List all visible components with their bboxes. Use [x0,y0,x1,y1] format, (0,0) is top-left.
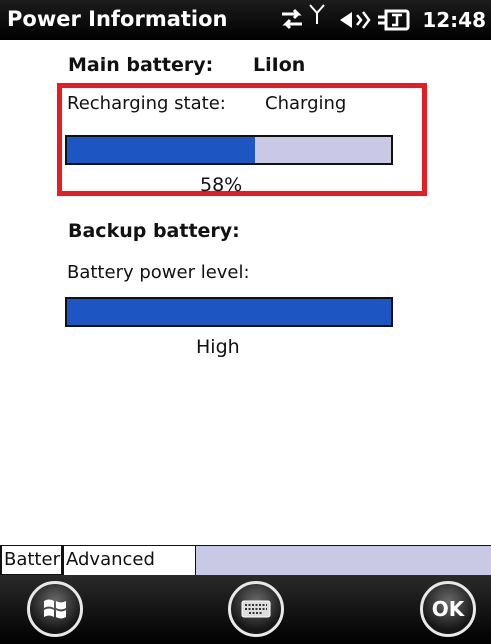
battery-charging-icon[interactable] [376,9,410,31]
signal-antenna-icon[interactable] [308,2,326,26]
recharging-state-value: Charging [265,93,347,114]
power-info-panel: Main battery: LiIon Recharging state: Ch… [0,40,491,545]
battery-power-level-label: Battery power level: [67,262,250,283]
tab-advanced[interactable]: Advanced [63,546,196,576]
windows-start-icon [44,599,66,619]
clock-time[interactable]: 12:48 [422,8,486,32]
speaker-volume-icon[interactable] [338,8,372,32]
backup-battery-progress-bar [65,297,393,327]
sync-arrows-icon[interactable] [278,5,306,33]
main-battery-chemistry: LiIon [253,54,306,76]
backup-battery-label: Backup battery: [68,220,240,242]
tab-strip: Battery Advanced [0,545,491,576]
tab-battery[interactable]: Battery [0,546,71,576]
ok-button[interactable]: OK [420,581,476,637]
main-battery-label: Main battery: [68,54,214,76]
keyboard-button[interactable] [228,581,284,637]
recharging-state-label: Recharging state: [67,93,226,114]
softkey-bar: OK [0,575,491,644]
main-battery-percent: 58% [200,174,243,196]
backup-battery-progress-fill [67,299,391,325]
main-battery-progress-bar [65,135,393,165]
start-button[interactable] [27,581,83,637]
backup-battery-level: High [196,336,240,358]
keyboard-icon [241,600,271,618]
main-battery-progress-fill [67,137,255,163]
app-title: Power Information [7,7,228,31]
title-bar: Power Information 12:48 [0,0,491,40]
